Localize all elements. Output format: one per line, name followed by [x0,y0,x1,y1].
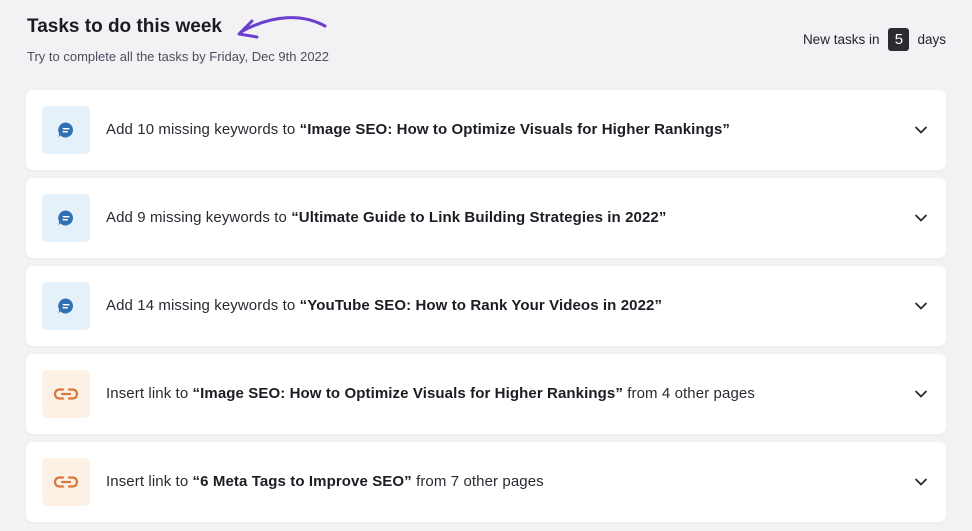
page-subtitle: Try to complete all the tasks by Friday,… [27,49,330,64]
task-icon-box [42,194,90,242]
message-icon [58,122,73,138]
message-icon [58,298,73,314]
countdown-days-badge: 5 [888,28,910,51]
task-prefix: Insert link to [106,473,193,490]
task-description: Add 10 missing keywords to “Image SEO: H… [106,121,730,138]
link-icon [53,476,79,488]
task-suffix: from 7 other pages [411,473,544,490]
header: Tasks to do this week Try to complete al… [27,16,946,76]
task-prefix: Insert link to [106,385,193,402]
task-item[interactable]: Insert link to “6 Meta Tags to Improve S… [26,442,946,522]
task-prefix: Add 10 missing keywords to [106,121,300,138]
task-item[interactable]: Add 10 missing keywords to “Image SEO: H… [26,90,946,170]
task-target: “Image SEO: How to Optimize Visuals for … [192,385,623,402]
task-description: Insert link to “Image SEO: How to Optimi… [106,385,755,402]
task-target: “YouTube SEO: How to Rank Your Videos in… [299,297,663,314]
task-description: Add 9 missing keywords to “Ultimate Guid… [106,209,666,226]
task-item[interactable]: Insert link to “Image SEO: How to Optimi… [26,354,946,434]
task-suffix: from 4 other pages [622,385,755,402]
countdown-prefix: New tasks in [802,32,880,47]
task-target: “Image SEO: How to Optimize Visuals for … [299,121,731,138]
message-icon [58,210,73,226]
task-description: Insert link to “6 Meta Tags to Improve S… [106,473,544,490]
task-list: Add 10 missing keywords to “Image SEO: H… [26,90,946,530]
task-target: “Ultimate Guide to Link Building Strateg… [291,209,667,226]
chevron-down-icon[interactable] [914,123,928,137]
task-icon-box [42,106,90,154]
task-prefix: Add 9 missing keywords to [106,209,292,226]
task-icon-box [42,458,90,506]
task-icon-box [42,282,90,330]
task-description: Add 14 missing keywords to “YouTube SEO:… [106,297,662,314]
chevron-down-icon[interactable] [914,299,928,313]
task-item[interactable]: Add 14 missing keywords to “YouTube SEO:… [26,266,946,346]
arrow-icon [237,16,327,39]
chevron-down-icon[interactable] [914,475,928,489]
link-icon [53,388,79,400]
task-icon-box [42,370,90,418]
task-prefix: Add 14 missing keywords to [106,297,300,314]
countdown-suffix: days [917,32,946,47]
page-title: Tasks to do this week [27,16,222,37]
chevron-down-icon[interactable] [914,211,928,225]
chevron-down-icon[interactable] [914,387,928,401]
task-item[interactable]: Add 9 missing keywords to “Ultimate Guid… [26,178,946,258]
new-tasks-countdown: New tasks in 5 days [803,28,946,51]
task-target: “6 Meta Tags to Improve SEO” [192,473,412,490]
